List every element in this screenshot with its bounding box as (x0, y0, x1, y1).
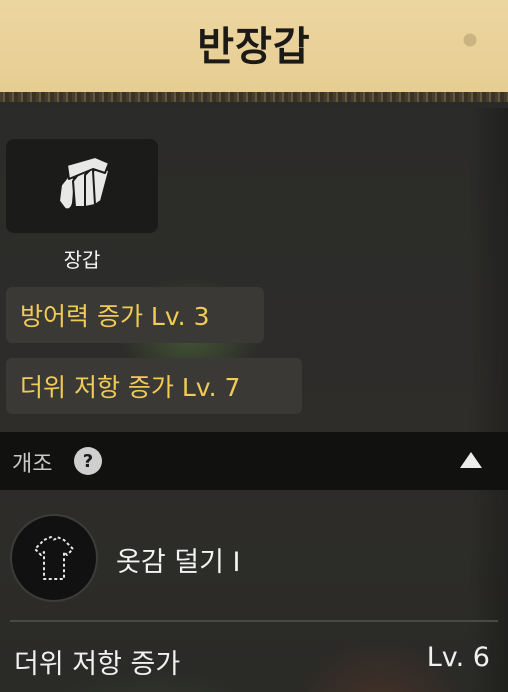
effect-name: 더위 저항 증가 (14, 649, 181, 680)
modification-section-header[interactable]: 개조 ? (0, 432, 508, 490)
collapse-arrow-icon[interactable] (460, 452, 482, 468)
item-label: 장갑 (63, 248, 101, 272)
modification-effect-row: 더위 저항 증가 Lv. 6 (0, 630, 508, 692)
effect-level: Lv. 6 (426, 642, 490, 673)
title-banner: 반장갑 (0, 0, 508, 92)
stat-chip-defense: 방어력 증가 Lv. 3 (6, 287, 264, 343)
page-title: 반장갑 (197, 24, 311, 70)
banner-edge (0, 92, 508, 108)
modification-option-label: 옷감 덜기 I (116, 547, 241, 578)
section-title: 개조 (12, 452, 53, 477)
modification-option[interactable]: 옷감 덜기 I (0, 506, 508, 610)
shirt-outline-icon (10, 514, 98, 602)
divider (10, 620, 498, 622)
help-icon[interactable]: ? (74, 447, 102, 475)
stat-chip-heat-resist: 더위 저항 증가 Lv. 7 (6, 358, 302, 414)
glove-icon (58, 156, 110, 211)
item-slot[interactable] (6, 139, 158, 233)
